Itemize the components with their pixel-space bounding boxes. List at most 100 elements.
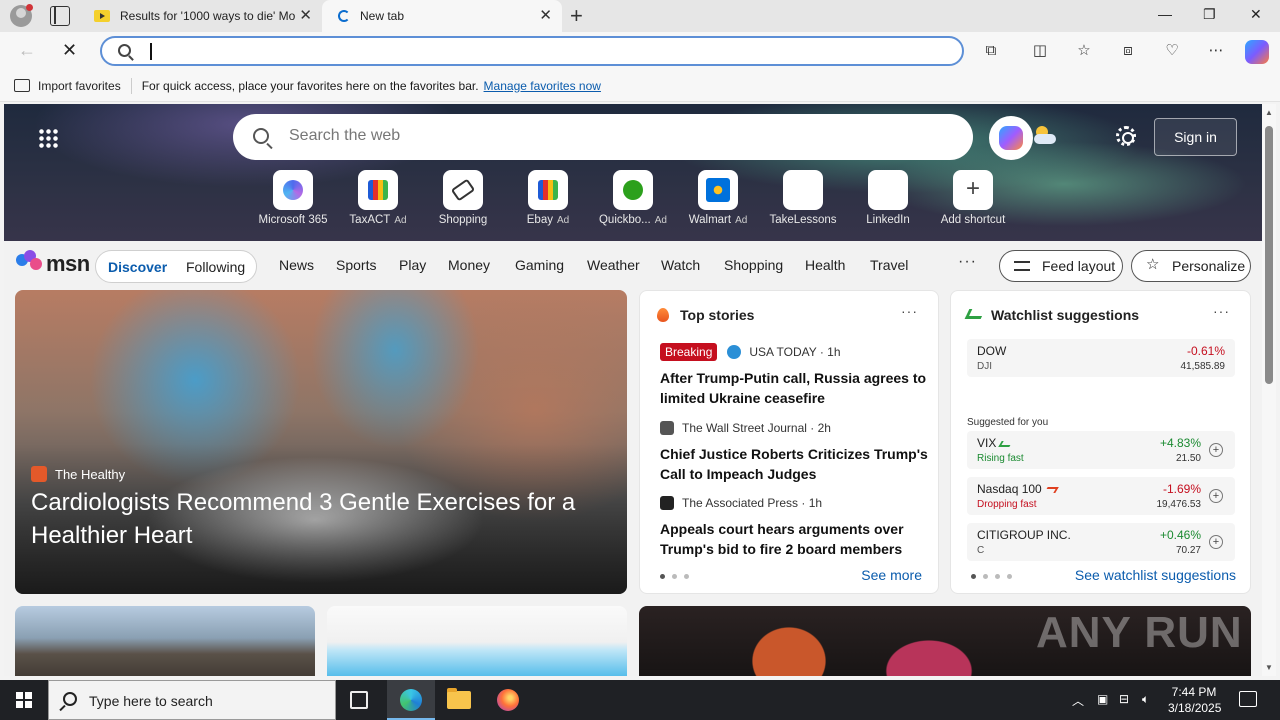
back-button[interactable]: ← bbox=[18, 40, 36, 61]
manage-favorites-link[interactable]: Manage favorites now bbox=[484, 79, 601, 93]
hero-article-card[interactable]: The Healthy Cardiologists Recommend 3 Ge… bbox=[15, 290, 627, 594]
shortcut-takelessons[interactable]: TakeLessons bbox=[763, 170, 843, 226]
nav-gaming[interactable]: Gaming bbox=[515, 257, 564, 273]
collections-icon[interactable]: ⧈ bbox=[1118, 41, 1138, 61]
trend-up-icon bbox=[998, 441, 1014, 447]
add-shortcut-button[interactable]: + Add shortcut bbox=[933, 170, 1013, 226]
tab-discover[interactable]: Discover bbox=[108, 259, 167, 275]
notifications-icon[interactable] bbox=[1239, 691, 1257, 707]
volume-icon[interactable]: 🔈︎ bbox=[1142, 692, 1149, 707]
shortcut-walmart[interactable]: Walmart Ad bbox=[678, 170, 758, 226]
shortcut-microsoft-365[interactable]: Microsoft 365 bbox=[253, 170, 333, 226]
more-options-icon[interactable]: ··· bbox=[1213, 303, 1230, 319]
clock[interactable]: 7:44 PM 3/18/2025 bbox=[1168, 684, 1221, 716]
app-launcher-icon[interactable] bbox=[38, 128, 58, 148]
settings-gear-icon[interactable] bbox=[1116, 126, 1136, 146]
feed-layout-button[interactable]: Feed layout bbox=[999, 250, 1123, 282]
tab-search-results[interactable]: Results for '1000 ways to die' Mo ✕ bbox=[84, 0, 322, 32]
device-icon[interactable]: ▣ bbox=[1097, 692, 1108, 706]
more-options-icon[interactable]: ··· bbox=[901, 303, 918, 319]
story-title[interactable]: Appeals court hears arguments over Trump… bbox=[660, 519, 930, 559]
address-bar[interactable] bbox=[100, 36, 964, 66]
split-screen-icon[interactable]: ◫ bbox=[1030, 41, 1050, 61]
tab-actions-icon[interactable] bbox=[50, 6, 70, 26]
network-icon[interactable]: ⊟ bbox=[1119, 692, 1129, 706]
personalize-button[interactable]: ☆ Personalize bbox=[1131, 250, 1251, 282]
nav-shopping[interactable]: Shopping bbox=[724, 257, 783, 273]
browser-essentials-icon[interactable]: ♡ bbox=[1162, 41, 1182, 61]
nav-watch[interactable]: Watch bbox=[661, 257, 700, 273]
sign-in-button[interactable]: Sign in bbox=[1154, 118, 1237, 156]
story-title[interactable]: Chief Justice Roberts Criticizes Trump's… bbox=[660, 444, 930, 484]
scroll-down-icon[interactable]: ▼ bbox=[1265, 663, 1273, 672]
nav-weather[interactable]: Weather bbox=[587, 257, 640, 273]
article-title[interactable]: Cardiologists Recommend 3 Gentle Exercis… bbox=[31, 486, 611, 552]
start-windows-icon[interactable] bbox=[16, 692, 32, 708]
add-to-watchlist-icon[interactable]: + bbox=[1209, 489, 1223, 503]
tab-following[interactable]: Following bbox=[186, 259, 245, 275]
taskbar-file-explorer[interactable] bbox=[435, 680, 483, 720]
quote-row-vix[interactable]: VIX Rising fast +4.83% 21.50 + bbox=[967, 431, 1235, 469]
add-to-watchlist-icon[interactable]: + bbox=[1209, 535, 1223, 549]
new-tab-button[interactable]: + bbox=[570, 4, 583, 28]
carousel-dots[interactable] bbox=[971, 574, 1012, 579]
nav-news[interactable]: News bbox=[279, 257, 314, 273]
folder-icon bbox=[447, 688, 471, 709]
scroll-thumb[interactable] bbox=[1265, 126, 1273, 384]
text-caret bbox=[150, 43, 152, 60]
article-card-image[interactable] bbox=[15, 606, 315, 676]
story-item[interactable]: The Wall Street Journal · 2h Chief Justi… bbox=[660, 419, 930, 484]
shortcut-shopping[interactable]: Shopping bbox=[423, 170, 503, 226]
weather-icon[interactable] bbox=[1030, 126, 1056, 144]
restore-button[interactable]: ❐ bbox=[1203, 6, 1216, 23]
nav-money[interactable]: Money bbox=[448, 257, 490, 273]
personalize-label: Personalize bbox=[1172, 258, 1246, 274]
more-options-icon[interactable]: ⋯ bbox=[1206, 41, 1226, 61]
scroll-up-icon[interactable]: ▲ bbox=[1265, 108, 1273, 117]
see-watchlist-link[interactable]: See watchlist suggestions bbox=[1075, 567, 1236, 583]
extensions-icon[interactable]: ⧉ bbox=[981, 41, 1001, 61]
web-search-box[interactable] bbox=[233, 114, 973, 160]
add-to-watchlist-icon[interactable]: + bbox=[1209, 443, 1223, 457]
nav-travel[interactable]: Travel bbox=[870, 257, 908, 273]
import-favorites-button[interactable]: Import favorites bbox=[38, 79, 121, 93]
quote-row-nasdaq[interactable]: Nasdaq 100 Dropping fast -1.69% 19,476.5… bbox=[967, 477, 1235, 515]
article-card-image[interactable] bbox=[327, 606, 627, 676]
nav-sports[interactable]: Sports bbox=[336, 257, 376, 273]
quote-row-dow[interactable]: DOW DJI -0.61% 41,585.89 bbox=[967, 339, 1235, 377]
taskbar-firefox[interactable] bbox=[484, 680, 532, 720]
msn-logo-text[interactable]: msn bbox=[46, 251, 90, 277]
taskbar-search-box[interactable]: Type here to search bbox=[48, 680, 336, 720]
copilot-icon[interactable] bbox=[989, 116, 1033, 160]
nav-more-icon[interactable]: ··· bbox=[958, 253, 977, 271]
stop-loading-button[interactable]: ✕ bbox=[62, 40, 77, 61]
close-tab-icon[interactable]: ✕ bbox=[539, 8, 552, 24]
see-more-link[interactable]: See more bbox=[861, 567, 922, 583]
web-search-input[interactable] bbox=[289, 127, 929, 145]
show-hidden-icons-chevron-icon[interactable]: ︿ bbox=[1072, 692, 1084, 709]
carousel-dots[interactable] bbox=[660, 574, 689, 579]
taskbar-edge[interactable] bbox=[387, 680, 435, 720]
page-scrollbar[interactable]: ▲ ▼ bbox=[1262, 104, 1276, 676]
quickbooks-icon bbox=[623, 180, 643, 200]
minimize-button[interactable]: — bbox=[1158, 6, 1172, 22]
story-item[interactable]: The Associated Press · 1h Appeals court … bbox=[660, 494, 930, 559]
shortcut-taxact[interactable]: TaxACT Ad bbox=[338, 170, 418, 226]
close-tab-icon[interactable]: ✕ bbox=[299, 8, 312, 24]
copilot-icon[interactable] bbox=[1245, 40, 1269, 64]
nav-health[interactable]: Health bbox=[805, 257, 845, 273]
tab-new-tab[interactable]: New tab ✕ bbox=[322, 0, 562, 32]
trend-down-icon bbox=[1043, 487, 1059, 493]
shortcut-ebay[interactable]: Ebay Ad bbox=[508, 170, 588, 226]
shortcut-quickbooks[interactable]: Quickbo... Ad bbox=[593, 170, 673, 226]
breaking-badge: Breaking bbox=[660, 343, 718, 361]
story-title[interactable]: After Trump-Putin call, Russia agrees to… bbox=[660, 368, 930, 408]
story-item[interactable]: Breaking USA TODAY · 1h After Trump-Puti… bbox=[660, 343, 930, 408]
close-window-button[interactable]: ✕ bbox=[1250, 6, 1262, 23]
nav-play[interactable]: Play bbox=[399, 257, 426, 273]
quote-name: DOW bbox=[977, 344, 1007, 358]
task-view-icon[interactable] bbox=[350, 691, 368, 709]
favorites-star-icon[interactable]: ☆ bbox=[1074, 41, 1094, 61]
quote-row-citigroup[interactable]: CITIGROUP INC. C +0.46% 70.27 + bbox=[967, 523, 1235, 561]
shortcut-linkedin[interactable]: LinkedIn bbox=[848, 170, 928, 226]
